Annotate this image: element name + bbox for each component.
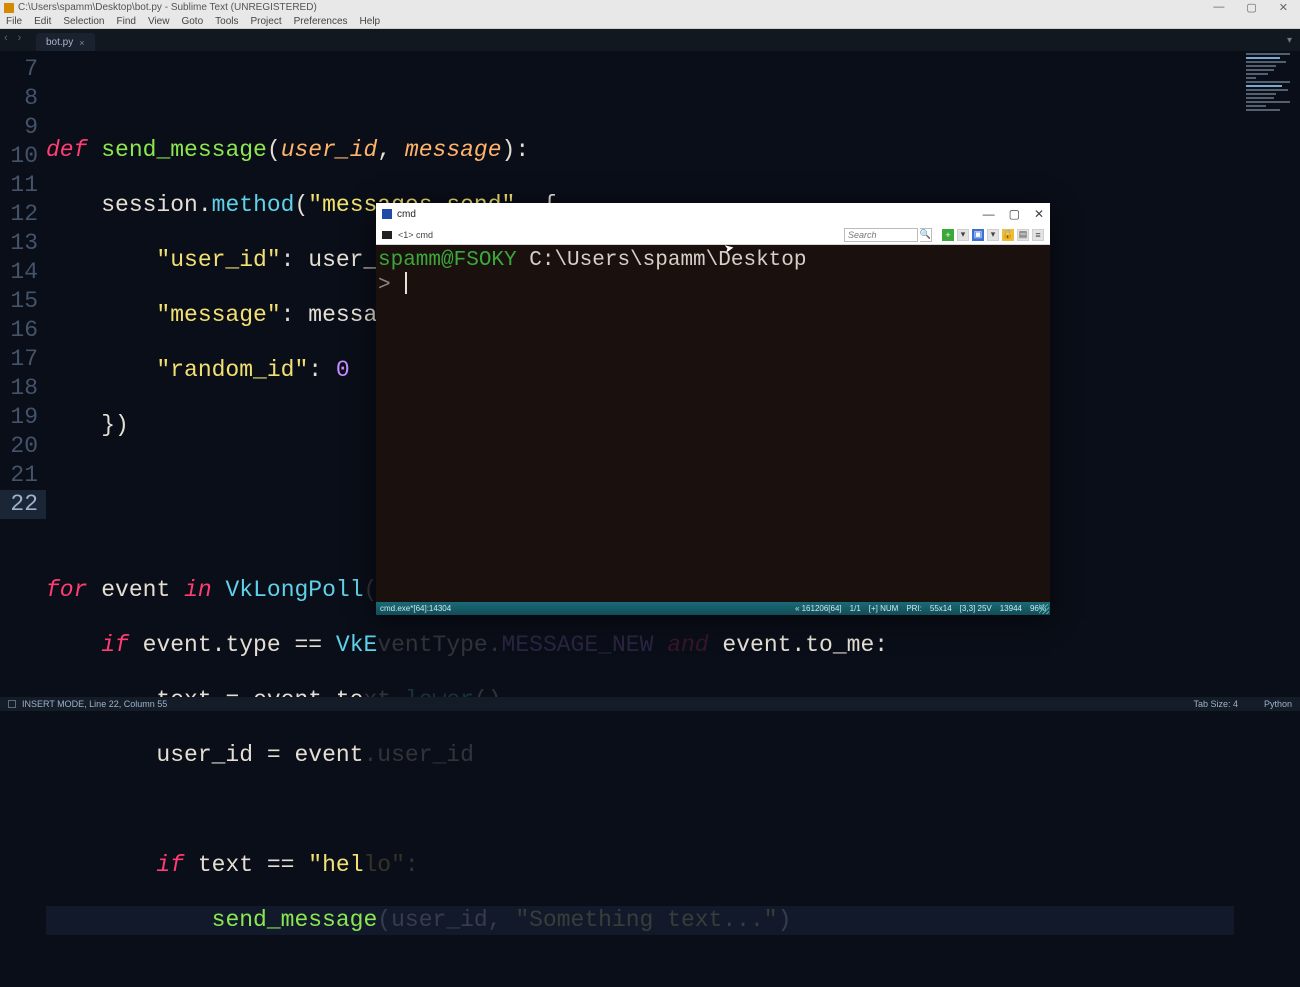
- cmd-status-seg-5: [3,3] 25V: [960, 604, 992, 613]
- cmd-status-seg-1: 1/1: [850, 604, 861, 613]
- mouse-cursor-icon: ➤: [723, 240, 735, 256]
- cmd-toolbar-dropdown2-icon[interactable]: ▾: [987, 229, 999, 241]
- status-language[interactable]: Python: [1264, 699, 1292, 709]
- cmd-resize-grip[interactable]: [1039, 604, 1049, 614]
- cmd-tab-label[interactable]: <1> cmd: [398, 230, 433, 240]
- cmd-titlebar[interactable]: cmd — ▢ ✕: [376, 203, 1050, 225]
- menu-preferences[interactable]: Preferences: [294, 16, 348, 27]
- cmd-maximize-button[interactable]: ▢: [1009, 207, 1020, 221]
- status-panel-icon[interactable]: [8, 700, 16, 708]
- status-tabsize[interactable]: Tab Size: 4: [1193, 699, 1238, 709]
- sublime-titlebar[interactable]: C:\Users\spamm\Desktop\bot.py - Sublime …: [0, 0, 1300, 15]
- cmd-statusbar: cmd.exe*[64]:14304 « 161206[64] 1/1 [+] …: [376, 602, 1050, 615]
- tab-close-icon[interactable]: ×: [79, 38, 84, 48]
- cmd-path: C:\Users\spamm\Desktop: [529, 249, 806, 272]
- cmd-user: spamm@FSOKY: [378, 249, 517, 272]
- sublime-menubar: File Edit Selection Find View Goto Tools…: [0, 15, 1300, 29]
- menu-help[interactable]: Help: [360, 16, 381, 27]
- menu-file[interactable]: File: [6, 16, 22, 27]
- cmd-search-input[interactable]: [844, 228, 918, 242]
- menu-selection[interactable]: Selection: [63, 16, 104, 27]
- cmd-toolbar: + ▾ ▣ ▾ 🔒 ▤ ≡: [942, 229, 1044, 241]
- menu-goto[interactable]: Goto: [181, 16, 203, 27]
- cmd-tab-icon: [382, 231, 392, 239]
- cmd-status-seg-3: PRI:: [906, 604, 922, 613]
- sublime-tabbar: ‹ › bot.py × ▾: [0, 29, 1300, 51]
- cmd-status-seg-4: 55x14: [930, 604, 952, 613]
- sublime-close-button[interactable]: ✕: [1279, 1, 1288, 14]
- cmd-toolbar-doc-icon[interactable]: ▤: [1017, 229, 1029, 241]
- nav-back-icon[interactable]: ‹: [4, 32, 8, 44]
- cmd-status-process: cmd.exe*[64]:14304: [380, 604, 451, 613]
- cmd-tabbar: <1> cmd 🔍 + ▾ ▣ ▾ 🔒 ▤ ≡: [376, 225, 1050, 245]
- nav-fwd-icon[interactable]: ›: [18, 32, 22, 44]
- cmd-prompt-char: >: [378, 274, 391, 297]
- cmd-app-icon: [382, 209, 392, 219]
- status-cursor-info: INSERT MODE, Line 22, Column 55: [22, 699, 167, 709]
- sublime-minimize-button[interactable]: —: [1213, 1, 1224, 14]
- cmd-terminal-body[interactable]: spamm@FSOKY C:\Users\spamm\Desktop >: [376, 245, 1050, 602]
- cmd-window[interactable]: cmd — ▢ ✕ <1> cmd 🔍 + ▾ ▣ ▾ 🔒 ▤ ≡ spamm@…: [376, 203, 1050, 615]
- tab-overflow-icon[interactable]: ▾: [1287, 35, 1292, 46]
- gutter: 78910111213141516171819202122: [0, 51, 46, 697]
- menu-edit[interactable]: Edit: [34, 16, 51, 27]
- cmd-toolbar-lock-icon[interactable]: 🔒: [1002, 229, 1014, 241]
- sublime-app-icon: [4, 3, 14, 13]
- minimap[interactable]: [1240, 51, 1300, 151]
- menu-find[interactable]: Find: [117, 16, 136, 27]
- sublime-maximize-button[interactable]: ▢: [1246, 1, 1256, 14]
- file-tab-botpy[interactable]: bot.py ×: [36, 33, 95, 51]
- cmd-toolbar-window-icon[interactable]: ▣: [972, 229, 984, 241]
- cmd-status-seg-6: 13944: [1000, 604, 1022, 613]
- cmd-title-text: cmd: [397, 209, 416, 220]
- tab-label: bot.py: [46, 37, 73, 48]
- menu-view[interactable]: View: [148, 16, 170, 27]
- menu-project[interactable]: Project: [251, 16, 282, 27]
- cmd-search-icon[interactable]: 🔍: [920, 228, 932, 242]
- cmd-toolbar-menu-icon[interactable]: ≡: [1032, 229, 1044, 241]
- cmd-cursor: [405, 272, 407, 294]
- cmd-status-seg-0: « 161206[64]: [795, 604, 842, 613]
- cmd-toolbar-dropdown-icon[interactable]: ▾: [957, 229, 969, 241]
- menu-tools[interactable]: Tools: [215, 16, 238, 27]
- cmd-minimize-button[interactable]: —: [983, 207, 995, 221]
- sublime-statusbar: INSERT MODE, Line 22, Column 55 Tab Size…: [0, 697, 1300, 711]
- sublime-title-text: C:\Users\spamm\Desktop\bot.py - Sublime …: [18, 2, 317, 13]
- cmd-toolbar-plus-icon[interactable]: +: [942, 229, 954, 241]
- cmd-close-button[interactable]: ✕: [1034, 207, 1044, 221]
- cmd-status-seg-2: [+] NUM: [869, 604, 899, 613]
